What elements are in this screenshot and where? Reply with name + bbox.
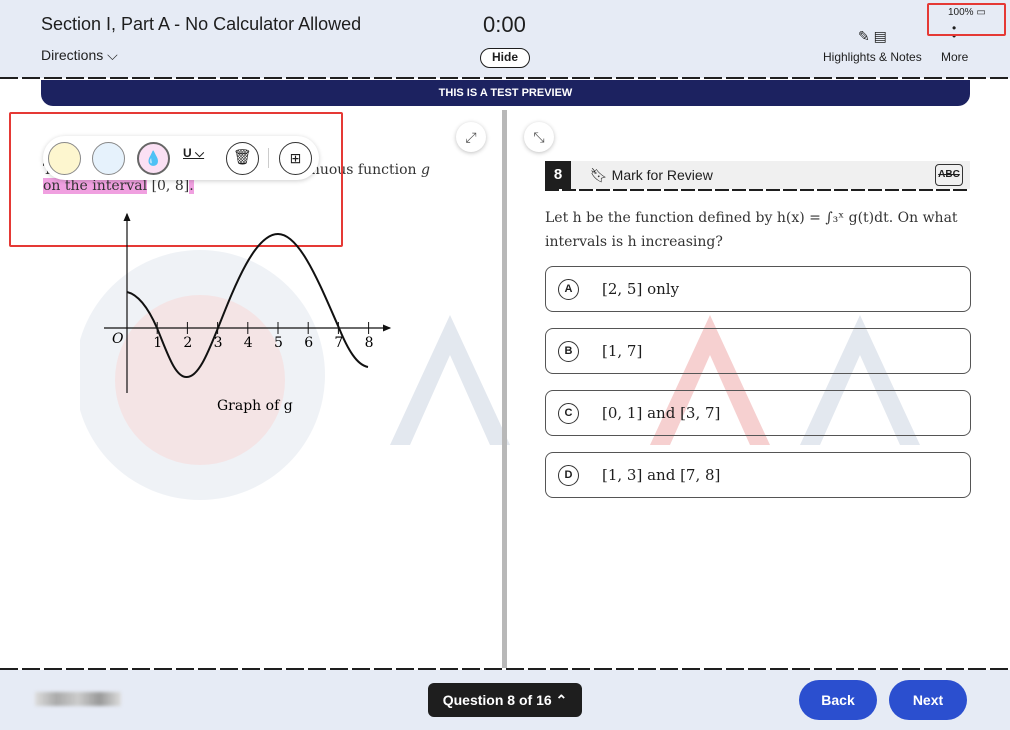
blurred-name — [35, 692, 121, 706]
expand-icon[interactable]: ⤢ — [456, 122, 486, 152]
choice-letter: A — [558, 279, 579, 300]
chevron-down-icon: ⌵ — [107, 47, 118, 63]
answer-choice-b[interactable]: B [1, 7] — [545, 328, 971, 374]
choice-text: [1, 7] — [602, 342, 643, 360]
answer-eliminator-button[interactable]: ABC — [935, 164, 963, 186]
x-tick-label: 7 — [334, 335, 343, 351]
choice-letter: D — [558, 465, 579, 486]
directions-label: Directions — [41, 47, 104, 63]
answer-choice-c[interactable]: C [0, 1] and [3, 7] — [545, 390, 971, 436]
x-tick-label: 2 — [183, 335, 192, 351]
question-stem: Let h be the function defined by h(x) = … — [545, 210, 958, 250]
collapse-icon[interactable]: ⤡ — [524, 122, 554, 152]
x-tick-label: 8 — [365, 335, 374, 351]
timer: 0:00 — [483, 12, 526, 37]
curve-g — [126, 232, 369, 378]
question-number: 8 — [545, 161, 571, 189]
header-divider — [0, 77, 1010, 79]
origin-label: O — [112, 331, 124, 347]
answer-choice-a[interactable]: A [2, 5] only — [545, 266, 971, 312]
directions-toggle[interactable]: Directions ⌵ — [41, 47, 118, 64]
answer-choice-d[interactable]: D [1, 3] and [7, 8] — [545, 452, 971, 498]
choice-text: [2, 5] only — [602, 280, 680, 298]
annotation-box — [927, 3, 1006, 36]
choice-text: [1, 3] and [7, 8] — [602, 466, 721, 484]
graph-caption: Graph of g — [217, 398, 293, 414]
x-tick-label: 6 — [304, 335, 313, 351]
question-divider — [545, 189, 970, 191]
hide-timer-button[interactable]: Hide — [480, 48, 530, 68]
back-button[interactable]: Back — [799, 680, 877, 720]
highlights-notes-button[interactable]: Highlights & Notes — [823, 50, 922, 64]
highlighter-notes-icon[interactable]: ✎ ▤ — [858, 28, 887, 45]
section-title: Section I, Part A - No Calculator Allowe… — [41, 14, 362, 34]
choice-letter: C — [558, 403, 579, 424]
more-button[interactable]: More — [941, 50, 968, 64]
question-navigator-button[interactable]: Question 8 of 16 ⌃ — [428, 683, 582, 717]
next-button[interactable]: Next — [889, 680, 967, 720]
header: Section I, Part A - No Calculator Allowe… — [0, 0, 1010, 78]
pane-divider[interactable] — [502, 110, 507, 668]
x-tick-label: 5 — [274, 335, 283, 351]
choice-text: [0, 1] and [3, 7] — [602, 404, 721, 422]
choice-letter: B — [558, 341, 579, 362]
bookmark-icon: 🔖︎ — [590, 167, 608, 183]
preview-banner: THIS IS A TEST PREVIEW — [41, 80, 970, 106]
x-tick-label: 4 — [244, 335, 253, 351]
mark-for-review[interactable]: 🔖︎ Mark for Review — [590, 167, 713, 184]
graph-of-g: 12345678 O Graph of g — [104, 212, 392, 414]
